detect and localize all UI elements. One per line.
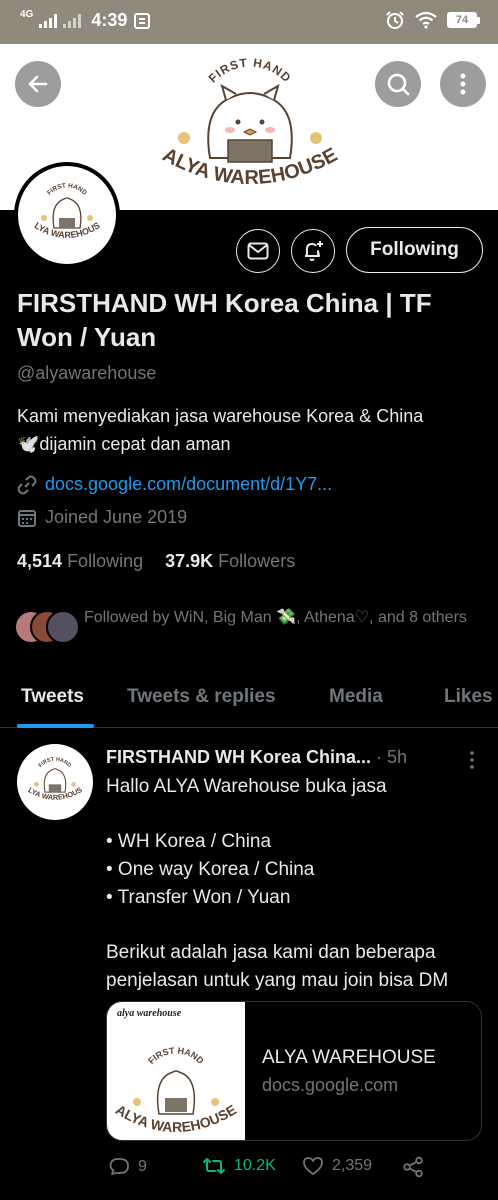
search-button[interactable] — [375, 61, 421, 107]
search-icon — [387, 73, 410, 96]
retweet-button[interactable]: 10.2K — [202, 1156, 276, 1176]
following-button[interactable]: Following — [346, 227, 483, 273]
card-logo: alya warehouse FIRST HAND ALYA WAREHOUSE — [113, 1008, 239, 1135]
tweet-time: 5h — [387, 747, 408, 767]
reply-icon — [109, 1158, 129, 1175]
like-icon — [303, 1157, 323, 1175]
calendar-icon — [18, 509, 36, 527]
retweet-count: 10.2K — [234, 1157, 276, 1174]
tweet-gap — [106, 912, 491, 939]
active-tab-indicator — [17, 724, 94, 728]
svg-text:FIRST HAND: FIRST HAND — [46, 183, 88, 197]
card-caption: alya warehouse — [117, 1008, 182, 1019]
followers-count-link[interactable]: 37.9K Followers — [165, 551, 295, 572]
network-type: 4G — [20, 9, 34, 20]
tweet-line: Hallo ALYA Warehouse buka jasa — [106, 776, 387, 797]
more-vertical-icon — [460, 73, 466, 95]
tweet-actions: 9 10.2K 2,359 — [106, 1156, 482, 1182]
avatar-top-text: FIRST HAND — [46, 183, 88, 197]
joined-date: Joined June 2019 — [45, 507, 188, 527]
tab-media[interactable]: Media — [329, 686, 383, 708]
profile-bio: Kami menyediakan jasa warehouse Korea & … — [17, 402, 487, 458]
battery-level: 74 — [447, 12, 477, 28]
share-button[interactable] — [402, 1156, 424, 1178]
status-bar: 4G 4:39 74 — [0, 0, 498, 44]
alarm-icon — [386, 11, 404, 29]
like-count: 2,359 — [332, 1157, 373, 1174]
more-icon[interactable] — [462, 750, 482, 770]
tweet-author[interactable]: FIRSTHAND WH Korea China... — [106, 747, 371, 767]
reply-button[interactable]: 9 — [108, 1156, 147, 1178]
svg-text:FIRST HAND: FIRST HAND — [146, 1045, 206, 1066]
signal-2-icon — [63, 13, 82, 28]
tweet-avatar-logo: FIRST HAND ALYA WAREHOUSE — [17, 744, 84, 802]
bell-plus-icon — [305, 241, 323, 261]
followers-count: 37.9K — [165, 551, 214, 571]
banner-logo-top-text: FIRST HAND — [206, 56, 294, 86]
back-button[interactable] — [15, 61, 61, 107]
like-button[interactable]: 2,359 — [302, 1156, 372, 1176]
link-card-domain: docs.google.com — [262, 1075, 399, 1095]
followed-by-text: Followed by WiN, Big Man 💸, Athena♡, and… — [84, 609, 467, 626]
website-link[interactable]: docs.google.com/document/d/1Y7... — [45, 474, 332, 495]
link-icon — [17, 475, 37, 494]
profile-joined: Joined June 2019 — [17, 507, 187, 528]
tweet-line: Berikut adalah jasa kami dan beberapa — [106, 942, 436, 963]
back-arrow-icon — [28, 75, 48, 93]
tweet-avatar[interactable]: FIRST HAND ALYA WAREHOUSE — [17, 744, 93, 820]
link-card-title: ALYA WAREHOUSE — [262, 1047, 436, 1068]
tweet-gap — [106, 801, 491, 828]
battery-icon: 74 — [447, 11, 480, 29]
tab-tweets-replies[interactable]: Tweets & replies — [127, 686, 276, 708]
banner-logo: FIRST HAND ALYA WAREHOUSE — [159, 56, 341, 189]
profile-website[interactable]: docs.google.com/document/d/1Y7... — [17, 474, 332, 495]
screenshot-icon — [134, 12, 151, 29]
share-icon — [403, 1156, 423, 1178]
clock: 4:39 — [91, 10, 128, 30]
reply-count: 9 — [138, 1158, 147, 1175]
profile-avatar[interactable]: FIRST HAND ALYA WAREHOUSE — [14, 162, 120, 268]
wifi-icon — [415, 11, 437, 29]
tab-tweets[interactable]: Tweets — [21, 686, 84, 708]
message-button[interactable] — [236, 229, 280, 273]
more-options-button[interactable] — [440, 61, 486, 107]
follow-counts: 4,514 Following 37.9K Followers — [17, 551, 295, 572]
tweet-avatar-top-text: FIRST HAND — [38, 757, 73, 769]
follower-avatar — [46, 610, 80, 644]
status-right: 74 — [385, 10, 480, 30]
retweet-icon — [203, 1158, 225, 1174]
profile-handle: @alyawarehouse — [17, 363, 157, 383]
link-card[interactable]: alya warehouse FIRST HAND ALYA WAREHOUSE… — [106, 1001, 482, 1141]
avatar-logo: FIRST HAND ALYA WAREHOUSE — [18, 166, 102, 240]
tweet-header: FIRSTHAND WH Korea China... · 5h — [106, 747, 482, 768]
following-count-link[interactable]: 4,514 Following — [17, 551, 143, 572]
tab-likes[interactable]: Likes — [444, 686, 493, 708]
following-count: 4,514 — [17, 551, 63, 571]
status-left: 4G 4:39 — [20, 9, 151, 31]
tweet-bullet: • One way Korea / China — [106, 859, 315, 880]
notifications-button[interactable] — [291, 229, 335, 273]
tweet-line: penjelasan untuk yang mau join bisa DM — [106, 970, 449, 991]
signal-icon — [39, 13, 58, 28]
svg-text:FIRST HAND: FIRST HAND — [206, 56, 295, 86]
followers-label: Followers — [218, 551, 296, 571]
following-label: Following — [67, 551, 144, 571]
card-logo-top-text: FIRST HAND — [146, 1045, 206, 1066]
link-card-image: alya warehouse FIRST HAND ALYA WAREHOUSE — [107, 1002, 245, 1140]
tweet-bullet: • Transfer Won / Yuan — [106, 887, 291, 908]
tweet-bullet: • WH Korea / China — [106, 831, 272, 852]
bio-line: Kami menyediakan jasa warehouse Korea & … — [17, 406, 424, 426]
mail-icon — [247, 242, 269, 260]
followed-by[interactable]: Followed by WiN, Big Man 💸, Athena♡, and… — [14, 604, 484, 654]
svg-text:FIRST HAND: FIRST HAND — [38, 757, 73, 769]
profile-tabs: Tweets Tweets & replies Media Likes — [0, 672, 498, 728]
bio-line: 🕊️dijamin cepat dan aman — [17, 434, 231, 454]
profile-display-name: FIRSTHAND WH Korea China | TF Won / Yuan — [17, 288, 432, 352]
tweet-text: Hallo ALYA Warehouse buka jasa • WH Kore… — [106, 773, 491, 995]
tweet-separator: · — [376, 747, 388, 767]
